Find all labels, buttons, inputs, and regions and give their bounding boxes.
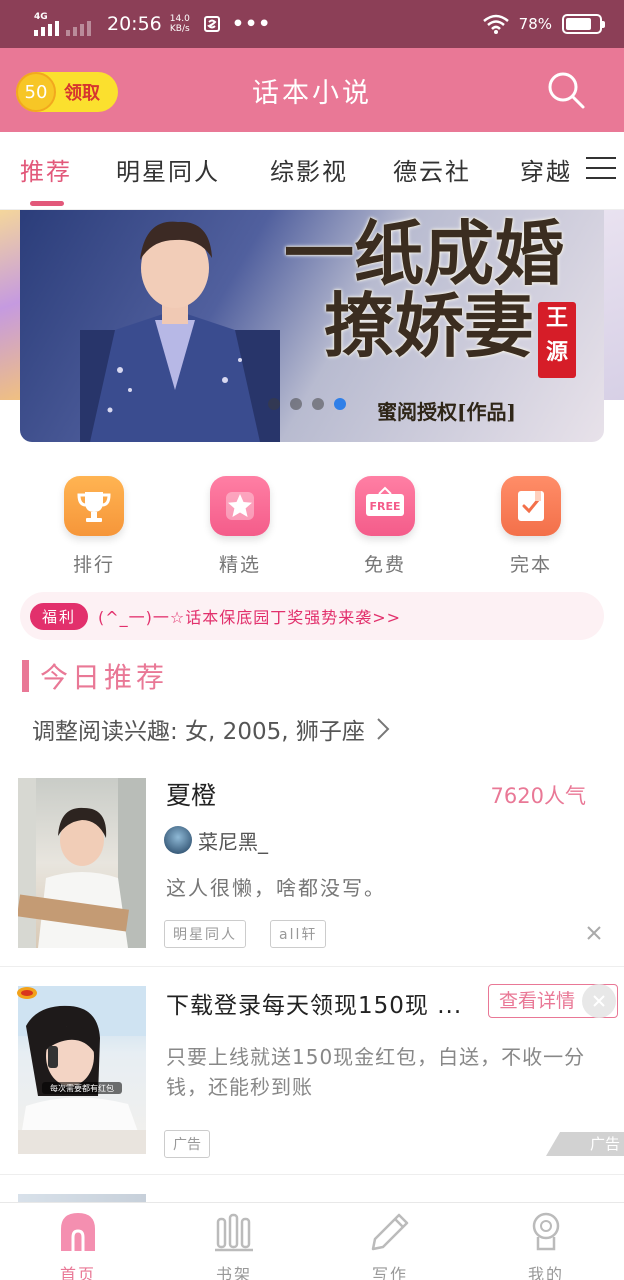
- notice-text: (^_一)一☆话本保底园丁奖强势来袭>>: [98, 608, 402, 627]
- banner-dot[interactable]: [312, 398, 324, 410]
- battery-percent: 78%: [518, 15, 552, 33]
- active-tab-indicator: [30, 201, 64, 206]
- signal-icon: [34, 20, 91, 36]
- section-title: 今日推荐: [40, 661, 169, 694]
- ad-image-caption: 每次需要都有红包: [50, 1083, 114, 1093]
- ad-photo: 每次需要都有红包: [18, 986, 146, 1154]
- story-description: 这人很懒，啥都没写。: [166, 876, 386, 900]
- banner-title: 一纸成婚 撩娇妻: [284, 218, 564, 362]
- category-tabs: 推荐 明星同人 综影视 德云社 穿越: [0, 132, 624, 210]
- nav-label: 首页: [59, 1265, 96, 1280]
- section-marker: [22, 660, 29, 692]
- banner-dot[interactable]: [268, 398, 280, 410]
- home-icon: [61, 1213, 95, 1251]
- nav-write[interactable]: 写作: [312, 1203, 468, 1280]
- ad-title[interactable]: 下载登录每天领现150现 ...: [166, 986, 476, 1020]
- ad-close-button[interactable]: [582, 984, 616, 1018]
- interest-text: 调整阅读兴趣: 女, 2005, 狮子座: [32, 719, 365, 745]
- tab-deyun-club[interactable]: 德云社: [393, 152, 471, 187]
- network-type: 4G: [34, 12, 48, 22]
- banner-next-peek[interactable]: [604, 210, 624, 400]
- banner-title-line2: 撩娇妻: [324, 284, 534, 367]
- trophy-icon: [64, 476, 124, 536]
- quick-link-label: 排行: [72, 554, 115, 576]
- profile-icon: [532, 1212, 560, 1251]
- quick-link-label: 免费: [363, 554, 406, 576]
- claim-label: 领取: [64, 83, 100, 104]
- free-sign-icon: FREE: [355, 476, 415, 536]
- nav-bookshelf[interactable]: 书架: [156, 1203, 312, 1280]
- ad-image[interactable]: 每次需要都有红包: [18, 986, 146, 1154]
- quick-link-label: 完本: [509, 554, 552, 576]
- quick-link-featured[interactable]: 精选: [180, 476, 300, 577]
- network-speed: 14.0 KB/s: [170, 14, 190, 34]
- tab-celebrity-fanfic[interactable]: 明星同人: [116, 152, 220, 187]
- bottom-nav: 首页 书架 写作 我的: [0, 1202, 624, 1280]
- check-book-icon: [501, 476, 561, 536]
- nav-label: 我的: [527, 1265, 564, 1280]
- story-cover[interactable]: [18, 778, 146, 948]
- tab-recommend[interactable]: 推荐: [20, 152, 72, 187]
- banner-subtitle: 蜜阅授权[作品]: [377, 400, 516, 424]
- banner-dot-active[interactable]: [334, 398, 346, 410]
- quick-link-free[interactable]: FREE 免费: [325, 476, 445, 577]
- banner-pagination: [268, 398, 346, 410]
- status-bar: 4G 20:56 14.0 KB/s ••• 78%: [0, 0, 624, 48]
- tab-time-travel[interactable]: 穿越: [520, 152, 572, 187]
- banner-prev-peek[interactable]: [0, 210, 22, 400]
- close-icon[interactable]: [586, 925, 602, 941]
- close-icon: [593, 995, 605, 1007]
- quick-link-ranking[interactable]: 排行: [34, 476, 154, 577]
- search-icon[interactable]: [546, 70, 586, 110]
- app-title: 话本小说: [252, 77, 372, 109]
- quick-link-label: 精选: [218, 554, 261, 576]
- chevron-right-icon: [377, 718, 390, 740]
- speed-value: 14.0: [169, 14, 190, 24]
- star-icon: [210, 476, 270, 536]
- bookshelf-icon: [215, 1213, 253, 1252]
- list-divider: [0, 966, 624, 967]
- story-cover-image: [18, 778, 146, 948]
- menu-icon[interactable]: [586, 157, 616, 183]
- banner-dot[interactable]: [290, 398, 302, 410]
- banner-portrait: [80, 221, 280, 442]
- story-popularity: 7620人气: [490, 784, 586, 808]
- adjust-interest-link[interactable]: 调整阅读兴趣: 女, 2005, 狮子座: [32, 712, 391, 746]
- wifi-icon: [482, 14, 509, 34]
- ad-tag: 广告: [164, 1130, 210, 1158]
- avatar[interactable]: [164, 826, 192, 854]
- clock: 20:56: [107, 13, 162, 35]
- welfare-notice[interactable]: 福利 (^_一)一☆话本保底园丁奖强势来袭>>: [20, 592, 604, 640]
- screenshot-icon: [203, 16, 220, 32]
- ad-description: 只要上线就送150现金红包，白送，不收一分钱，还能秒到账: [166, 1045, 586, 1099]
- coin-count: 50: [16, 72, 56, 112]
- pen-icon: [371, 1213, 409, 1251]
- nav-home[interactable]: 首页: [0, 1203, 156, 1280]
- battery-level: [566, 18, 591, 30]
- svg-text:FREE: FREE: [369, 500, 400, 513]
- welfare-badge: 福利: [30, 602, 89, 630]
- ad-logo-icon: [17, 987, 37, 999]
- claim-coins-button[interactable]: 50 领取: [16, 72, 118, 112]
- story-author[interactable]: 菜尼黑_: [198, 826, 268, 855]
- more-notifications-icon: •••: [231, 13, 272, 35]
- list-divider: [0, 1174, 624, 1175]
- speed-unit: KB/s: [169, 24, 190, 34]
- app-screen: 4G 20:56 14.0 KB/s ••• 78% 50 领取 话本小说 推荐…: [0, 0, 624, 1280]
- nav-profile[interactable]: 我的: [468, 1203, 624, 1280]
- ad-mark-label: 广告: [589, 1135, 620, 1153]
- banner-author-stamp: 王源: [538, 302, 576, 378]
- nav-label: 写作: [371, 1265, 408, 1280]
- app-header: 50 领取 话本小说: [0, 48, 624, 132]
- banner-title-line1: 一纸成婚: [284, 212, 564, 295]
- story-tag[interactable]: all轩: [270, 920, 327, 948]
- ad-mark: 广告: [546, 1132, 624, 1156]
- tab-film-tv[interactable]: 综影视: [270, 152, 348, 187]
- nav-label: 书架: [215, 1265, 252, 1280]
- battery-icon: [562, 14, 605, 34]
- story-title[interactable]: 夏橙: [166, 776, 216, 812]
- quick-link-completed[interactable]: 完本: [471, 476, 591, 577]
- story-tag[interactable]: 明星同人: [164, 920, 246, 948]
